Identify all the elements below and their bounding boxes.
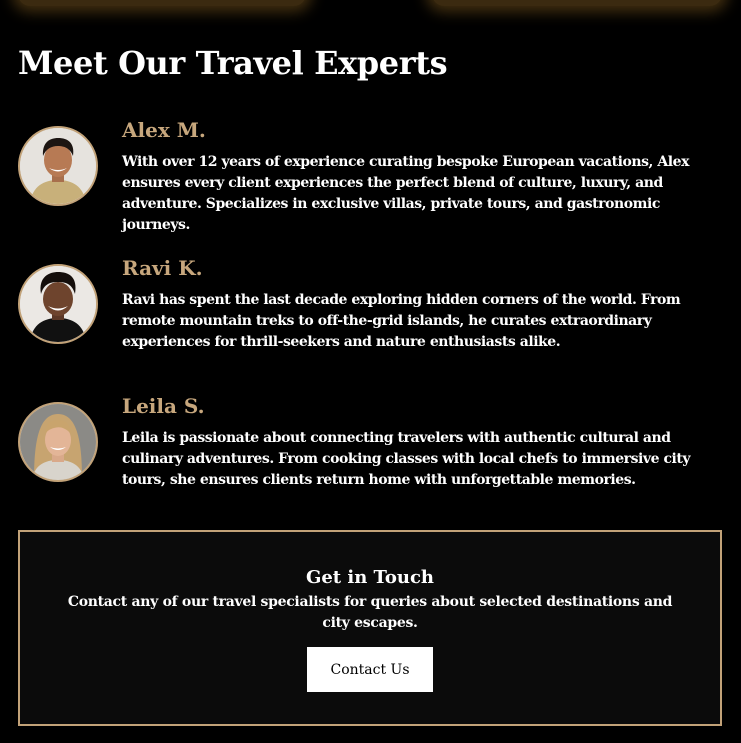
avatar: [18, 402, 98, 482]
previous-card-edge: [432, 0, 722, 6]
expert-name: Leila S.: [122, 394, 205, 418]
expert-bio: Leila is passionate about connecting tra…: [122, 430, 691, 488]
expert-bio: Ravi has spent the last decade exploring…: [122, 292, 681, 350]
expert-bio: With over 12 years of experience curatin…: [122, 154, 690, 233]
expert-name: Alex M.: [122, 118, 206, 142]
section-title: Meet Our Travel Experts: [18, 44, 448, 82]
contact-description: Contact any of our travel specialists fo…: [67, 594, 673, 631]
expert-card: Ravi K. Ravi has spent the last decade e…: [18, 256, 722, 350]
contact-title: Get in Touch: [305, 567, 435, 588]
avatar: [18, 264, 98, 344]
expert-name: Ravi K.: [122, 256, 203, 280]
expert-card: Leila S. Leila is passionate about conne…: [18, 394, 722, 488]
expert-card: Alex M. With over 12 years of experience…: [18, 118, 722, 233]
previous-card-edge: [18, 0, 306, 6]
contact-us-button[interactable]: Contact Us: [307, 647, 433, 692]
avatar: [18, 126, 98, 206]
contact-panel: Get in Touch Contact any of our travel s…: [18, 530, 722, 726]
